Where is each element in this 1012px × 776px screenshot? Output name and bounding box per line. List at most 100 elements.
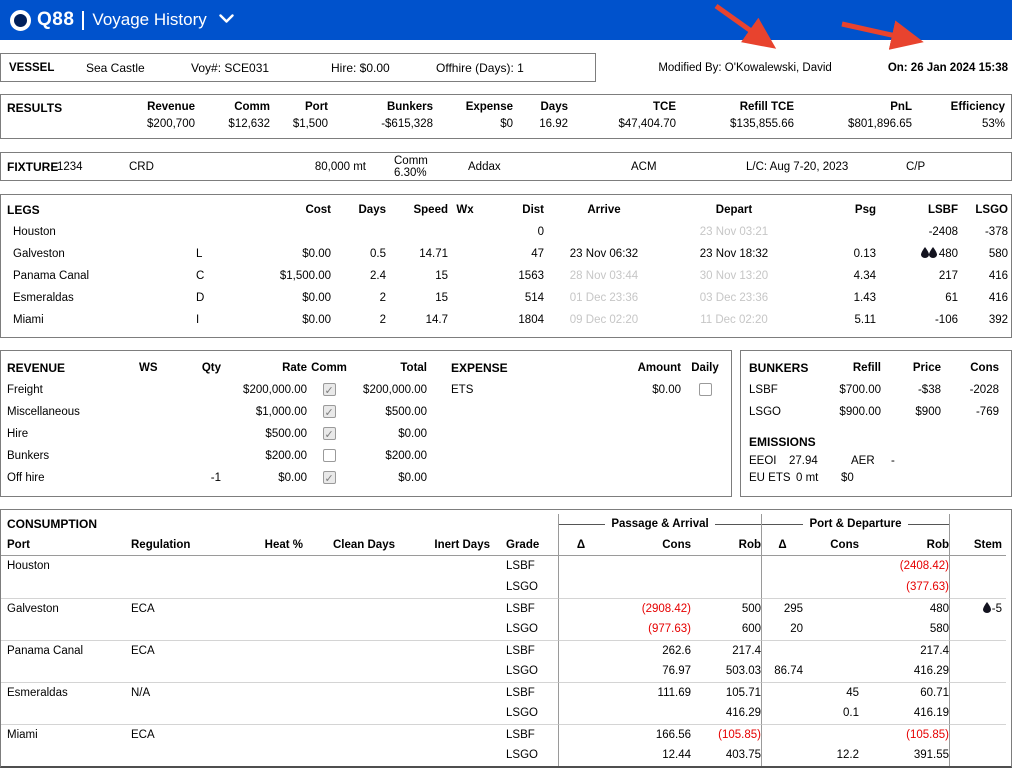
bunkers-section: BUNKERS Refill Price Cons LSBF $700.00 -… bbox=[740, 350, 1012, 497]
consumption-row: Houston LSBF (2408.42) bbox=[1, 556, 1011, 577]
col-port: Port bbox=[1, 535, 131, 556]
col-lsgo: LSGO bbox=[958, 204, 1008, 216]
revenue-item: Hire bbox=[7, 423, 139, 445]
app-header: Q88 Voyage History bbox=[0, 0, 1012, 40]
bunker-drops-icon bbox=[921, 249, 937, 261]
revenue-row: Off hire -1 $0.00 $0.00 bbox=[7, 467, 427, 489]
col-speed: Speed bbox=[386, 204, 448, 216]
vessel-row: VESSEL Sea Castle Voy#: SCE031 Hire: $0.… bbox=[0, 53, 1012, 82]
expense-item: ETS bbox=[451, 379, 579, 401]
euets-value: 0 mt bbox=[796, 472, 841, 484]
col-amount: Amount bbox=[579, 357, 681, 379]
fixture-number: 1234 bbox=[57, 161, 129, 173]
eeoi-label: EEOI bbox=[749, 455, 789, 467]
expense-row: ETS $0.00 bbox=[451, 379, 729, 401]
col-inert-days: Inert Days bbox=[395, 535, 490, 556]
consumption-port: Miami bbox=[1, 724, 131, 745]
col-rate: Rate bbox=[221, 357, 307, 379]
consumption-regulation: ECA bbox=[131, 724, 243, 745]
page-title: Voyage History bbox=[92, 10, 206, 30]
revenue-item: Miscellaneous bbox=[7, 401, 139, 423]
leg-row: Galveston L $0.00 0.5 14.71 47 23 Nov 06… bbox=[1, 243, 1011, 265]
fixture-cargo: CRD bbox=[129, 161, 304, 173]
comm-checkbox[interactable] bbox=[323, 471, 336, 484]
bunkers-row: LSBF $700.00 -$38 -2028 bbox=[749, 379, 1003, 401]
revenue-header-row: REVENUE WS Qty Rate Comm Total bbox=[7, 357, 427, 379]
col-dist: Dist bbox=[482, 204, 544, 216]
results-section: RESULTS Revenue$200,700 Comm$12,632 Port… bbox=[0, 94, 1012, 139]
title-divider bbox=[82, 11, 84, 30]
comm-checkbox[interactable] bbox=[323, 427, 336, 440]
col-grade: Grade bbox=[490, 535, 558, 556]
group-passage-arrival: Passage & Arrival bbox=[558, 514, 761, 535]
col-cost: Cost bbox=[206, 204, 331, 216]
consumption-port: Esmeraldas bbox=[1, 682, 131, 703]
col-qty: Qty bbox=[171, 357, 221, 379]
results-col-port: Port$1,500 bbox=[270, 101, 328, 130]
modified-by: Modified By: O'Kowalewski, David bbox=[658, 62, 831, 74]
bunker-grade: LSBF bbox=[749, 379, 805, 401]
comm-checkbox[interactable] bbox=[323, 449, 336, 462]
euets-cost: $0 bbox=[841, 472, 1003, 484]
consumption-regulation: ECA bbox=[131, 598, 243, 619]
stem-drop-icon bbox=[983, 600, 991, 621]
leg-type: D bbox=[146, 292, 206, 304]
leg-port: Esmeraldas bbox=[1, 292, 146, 304]
consumption-row: Esmeraldas N/A LSBF 111.69 105.71 45 60.… bbox=[1, 682, 1011, 703]
col-stem: Stem bbox=[949, 535, 1006, 556]
consumption-regulation: N/A bbox=[131, 682, 243, 703]
revenue-item: Off hire bbox=[7, 467, 139, 489]
consumption-port: Houston bbox=[1, 556, 131, 577]
col-psg: Psg bbox=[804, 204, 876, 216]
voyage-number: Voy#: SCE031 bbox=[191, 61, 331, 75]
consumption-row: LSGO 76.97 503.03 86.74 416.29 bbox=[1, 661, 1011, 682]
fixture-section: FIXTURE 1234 CRD 80,000 mt Comm 6.30% Ad… bbox=[0, 152, 1012, 181]
leg-row: Miami I $0.00 2 14.7 1804 09 Dec 02:20 1… bbox=[1, 309, 1011, 331]
fixture-quantity: 80,000 mt bbox=[304, 161, 366, 173]
modified-info: Modified By: O'Kowalewski, David On: 26 … bbox=[658, 62, 1012, 74]
leg-row: Esmeraldas D $0.00 2 15 514 01 Dec 23:36… bbox=[1, 287, 1011, 309]
col-pd-cons: Cons bbox=[803, 535, 859, 556]
vessel-label: VESSEL bbox=[9, 62, 86, 74]
leg-port: Houston bbox=[1, 226, 146, 238]
col-heat: Heat % bbox=[243, 535, 303, 556]
col-pa-cons: Cons bbox=[603, 535, 691, 556]
consumption-label: CONSUMPTION bbox=[1, 514, 558, 535]
consumption-row: LSGO 416.29 0.1 416.19 bbox=[1, 703, 1011, 724]
consumption-regulation: ECA bbox=[131, 640, 243, 661]
leg-port: Miami bbox=[1, 314, 146, 326]
consumption-port: Panama Canal bbox=[1, 640, 131, 661]
consumption-row: Miami ECA LSBF 166.56 (105.85) (105.85) bbox=[1, 724, 1011, 745]
fixture-laycan: L/C: Aug 7-20, 2023 bbox=[746, 161, 906, 173]
consumption-row: LSGO 12.44 403.75 12.2 391.55 bbox=[1, 745, 1011, 766]
results-col-expense: Expense$0 bbox=[433, 101, 513, 130]
legs-header-row: LEGS Cost Days Speed Wx Dist Arrive Depa… bbox=[1, 198, 1011, 221]
comm-checkbox[interactable] bbox=[323, 405, 336, 418]
revenue-expense-section: REVENUE WS Qty Rate Comm Total Freight $… bbox=[0, 350, 732, 497]
revenue-row: Hire $500.00 $0.00 bbox=[7, 423, 427, 445]
col-days: Days bbox=[331, 204, 386, 216]
col-regulation: Regulation bbox=[131, 535, 243, 556]
emissions-block: EMISSIONS EEOI 27.94 AER - EU ETS 0 mt $… bbox=[749, 435, 1003, 484]
modified-on: On: 26 Jan 2024 15:38 bbox=[888, 62, 1008, 74]
fixture-charterer: Addax bbox=[461, 161, 631, 173]
leg-port: Panama Canal bbox=[1, 270, 146, 282]
expense-header-row: EXPENSE Amount Daily bbox=[451, 357, 729, 379]
bunkers-header-row: BUNKERS Refill Price Cons bbox=[749, 357, 1003, 379]
consumption-regulation bbox=[131, 556, 243, 577]
legs-section: LEGS Cost Days Speed Wx Dist Arrive Depa… bbox=[0, 194, 1012, 338]
consumption-row: Galveston ECA LSBF (2908.42) 500 295 480… bbox=[1, 598, 1011, 619]
offhire-days: Offhire (Days): 1 bbox=[436, 61, 524, 75]
emissions-label: EMISSIONS bbox=[749, 435, 1003, 449]
comm-checkbox[interactable] bbox=[323, 383, 336, 396]
group-port-departure: Port & Departure bbox=[761, 514, 949, 535]
results-label: RESULTS bbox=[7, 101, 95, 130]
leg-type: L bbox=[146, 248, 206, 260]
q88-logo-icon bbox=[10, 10, 31, 31]
chevron-down-icon[interactable] bbox=[219, 14, 234, 27]
expense-label: EXPENSE bbox=[451, 357, 579, 379]
results-col-pnl: PnL$801,896.65 bbox=[794, 101, 912, 130]
daily-checkbox[interactable] bbox=[699, 383, 712, 396]
col-price: Price bbox=[881, 357, 941, 379]
revenue-item: Freight bbox=[7, 379, 139, 401]
